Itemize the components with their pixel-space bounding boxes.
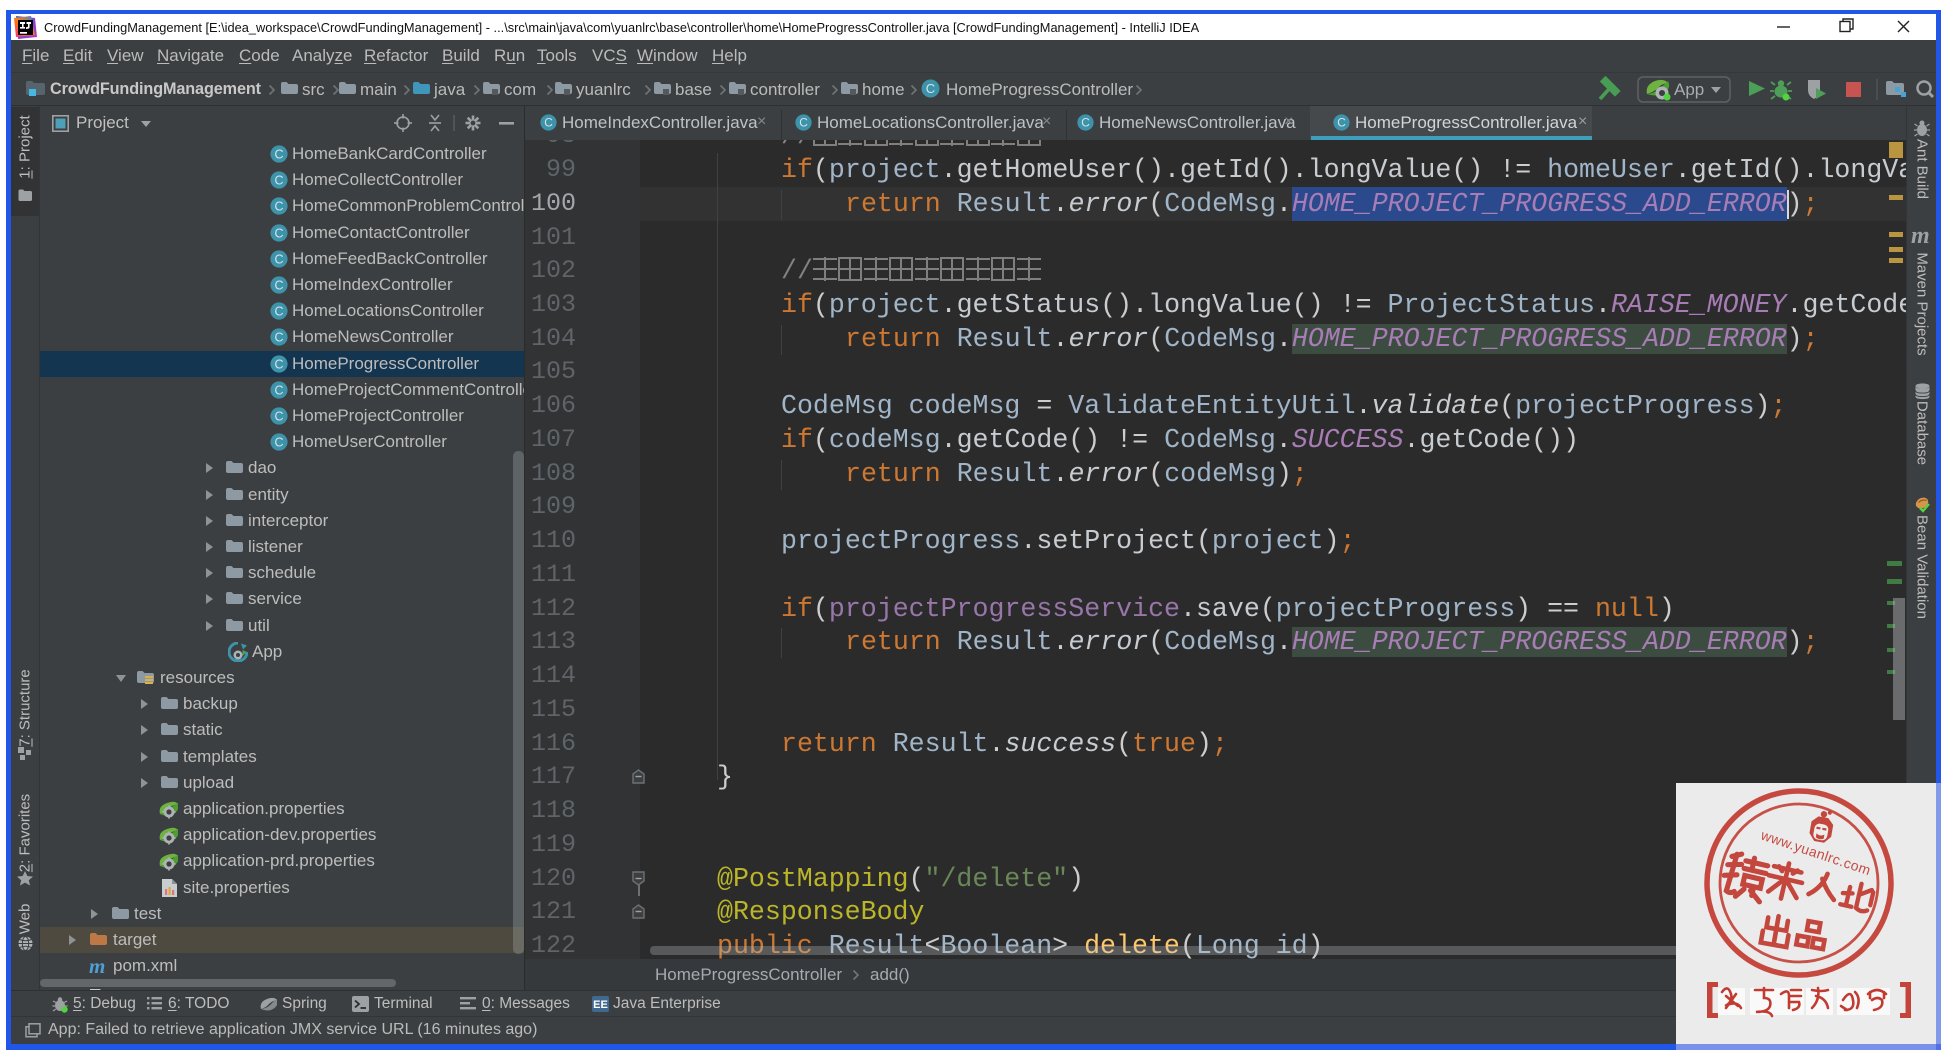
svg-text:C: C bbox=[274, 383, 283, 397]
svg-text:C: C bbox=[274, 278, 283, 292]
svg-text:C: C bbox=[274, 174, 283, 188]
svg-text:C: C bbox=[274, 200, 283, 214]
svg-text:C: C bbox=[926, 81, 935, 96]
svg-text:C: C bbox=[274, 147, 283, 161]
svg-text:C: C bbox=[274, 331, 283, 345]
svg-text:C: C bbox=[1081, 116, 1090, 130]
svg-text:C: C bbox=[274, 305, 283, 319]
svg-text:EE: EE bbox=[593, 999, 608, 1011]
svg-text:C: C bbox=[274, 357, 283, 371]
svg-text:App: App bbox=[1674, 80, 1704, 99]
svg-text:C: C bbox=[544, 116, 553, 130]
svg-text:C: C bbox=[1337, 116, 1346, 130]
svg-text:C: C bbox=[274, 226, 283, 240]
svg-text:C: C bbox=[799, 116, 808, 130]
svg-text:C: C bbox=[274, 409, 283, 423]
svg-text:C: C bbox=[274, 436, 283, 450]
svg-text:C: C bbox=[274, 252, 283, 266]
